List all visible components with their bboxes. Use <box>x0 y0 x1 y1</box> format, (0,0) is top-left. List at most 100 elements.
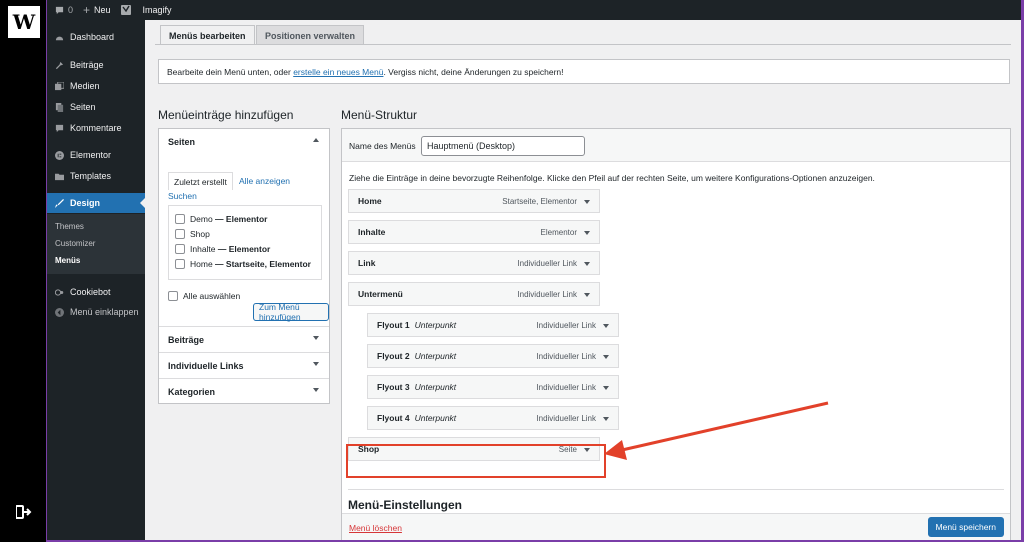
sidebar-item-label: Dashboard <box>70 32 115 42</box>
tab-search[interactable]: Suchen <box>168 191 197 201</box>
add-to-menu-button[interactable]: Zum Menü hinzufügen <box>253 302 329 322</box>
sidebar-item-templates[interactable]: Templates <box>47 166 145 186</box>
accordion-pages[interactable]: Seiten <box>159 129 329 155</box>
submenu-themes[interactable]: Themes <box>55 222 84 231</box>
accordion-custom-links[interactable]: Individuelle Links <box>159 352 329 378</box>
tab-recently-created[interactable]: Zuletzt erstellt <box>168 172 233 190</box>
menu-item[interactable]: Home Startseite, Elementor <box>348 189 600 213</box>
page-suffix: — Startseite, Elementor <box>212 259 311 269</box>
comments-count: 0 <box>68 5 74 15</box>
brush-icon <box>55 198 64 208</box>
imagify-label: Imagify <box>142 5 172 15</box>
tab-manage-locations[interactable]: Positionen verwalten <box>256 25 365 45</box>
menu-name-bar: Name des Menüs Hauptmenü (Desktop) <box>342 129 1010 162</box>
comment-bubble-icon <box>55 6 64 14</box>
yoast-link[interactable] <box>120 5 131 15</box>
menu-subitem[interactable]: Flyout 3 Unterpunkt Individueller Link <box>367 375 619 399</box>
accordion-categories[interactable]: Kategorien <box>159 378 329 404</box>
page-option[interactable]: Home — Startseite, Elementor <box>175 259 311 269</box>
menu-footer-bar: Menü löschen Menü speichern <box>342 513 1010 540</box>
accordion-posts[interactable]: Beiträge <box>159 326 329 352</box>
menu-item[interactable]: Link Individueller Link <box>348 251 600 275</box>
sidebar-item-label: Elementor <box>70 150 112 160</box>
tab-divider <box>155 44 1011 45</box>
expand-arrow-icon[interactable] <box>603 386 609 390</box>
page-checklist: Demo — Elementor Shop Inhalte — Elemento… <box>168 205 322 280</box>
checkbox[interactable] <box>175 214 185 224</box>
delete-menu-link[interactable]: Menü löschen <box>349 523 402 533</box>
menu-item-type: Individueller Link <box>517 289 577 299</box>
pages-icon <box>55 102 64 112</box>
collapse-menu-button[interactable]: Menü einklappen <box>47 302 145 322</box>
dashboard-icon <box>55 33 64 42</box>
sidebar-item-media[interactable]: Medien <box>47 76 145 96</box>
select-all-checkbox[interactable] <box>168 291 178 301</box>
menu-item-title: Flyout 2 <box>377 351 410 361</box>
admin-bar: 0 + Neu Imagify <box>47 0 1021 20</box>
checkbox[interactable] <box>175 244 185 254</box>
sidebar-item-elementor[interactable]: Elementor <box>47 145 145 165</box>
menu-item[interactable]: Inhalte Elementor <box>348 220 600 244</box>
menu-name-input[interactable]: Hauptmenü (Desktop) <box>421 136 585 156</box>
sidebar-item-design[interactable]: Design <box>47 193 145 213</box>
comments-link[interactable]: 0 <box>55 5 73 15</box>
sidebar-item-posts[interactable]: Beiträge <box>47 55 145 75</box>
menu-item-type: Individueller Link <box>517 258 577 268</box>
menu-subitem[interactable]: Flyout 4 Unterpunkt Individueller Link <box>367 406 619 430</box>
menu-subitem[interactable]: Flyout 2 Unterpunkt Individueller Link <box>367 344 619 368</box>
add-menu-items-panel: Seiten Zuletzt erstellt Alle anzeigen Su… <box>158 128 330 404</box>
page-name: Demo <box>190 214 213 224</box>
create-new-menu-link[interactable]: erstelle ein neues Menü <box>293 67 383 77</box>
menu-item-title: Flyout 3 <box>377 382 410 392</box>
save-menu-button[interactable]: Menü speichern <box>927 517 1004 537</box>
new-content-link[interactable]: + Neu <box>83 4 111 16</box>
expand-arrow-icon[interactable] <box>603 355 609 359</box>
select-all-option[interactable]: Alle auswählen <box>168 291 240 301</box>
submenu-customizer[interactable]: Customizer <box>55 239 95 248</box>
menu-settings-heading: Menü-Einstellungen <box>348 498 462 512</box>
submenu-menus[interactable]: Menüs <box>55 256 80 265</box>
page-name: Inhalte <box>190 244 216 254</box>
menu-subitem[interactable]: Flyout 1 Unterpunkt Individueller Link <box>367 313 619 337</box>
accordion-categories-label: Kategorien <box>168 386 216 397</box>
menu-item-subtitle: Unterpunkt <box>414 382 457 392</box>
menu-item-title: Flyout 1 <box>377 320 410 330</box>
sidebar-item-dashboard[interactable]: Dashboard <box>47 27 145 47</box>
menu-item-type: Startseite, Elementor <box>502 196 577 206</box>
sidebar-item-comments[interactable]: Kommentare <box>47 118 145 138</box>
page-option[interactable]: Inhalte — Elementor <box>175 244 270 254</box>
checkbox[interactable] <box>175 229 185 239</box>
expand-arrow-icon[interactable] <box>603 417 609 421</box>
expand-arrow-icon[interactable] <box>584 231 590 235</box>
sidebar-item-label: Design <box>70 198 101 208</box>
expand-arrow-icon[interactable] <box>584 293 590 297</box>
select-all-label: Alle auswählen <box>183 291 241 301</box>
sidebar-item-cookiebot[interactable]: Cookiebot <box>47 282 145 302</box>
sidebar-item-pages[interactable]: Seiten <box>47 97 145 117</box>
menu-item-type: Individueller Link <box>536 320 596 330</box>
logout-icon[interactable] <box>16 505 32 519</box>
expand-arrow-icon[interactable] <box>603 324 609 328</box>
expand-arrow-icon[interactable] <box>584 200 590 204</box>
checkbox[interactable] <box>175 259 185 269</box>
menu-item[interactable]: Untermenü Individueller Link <box>348 282 600 306</box>
brand-logo: W <box>8 6 40 38</box>
page-option[interactable]: Demo — Elementor <box>175 214 267 224</box>
accordion-pages-label: Seiten <box>168 137 196 147</box>
page-name: Shop <box>190 229 210 239</box>
menu-item-type: Individueller Link <box>536 351 596 361</box>
tab-show-all[interactable]: Alle anzeigen <box>239 176 290 186</box>
pin-icon <box>55 60 64 70</box>
expand-arrow-icon <box>313 336 319 340</box>
sidebar-item-label: Templates <box>70 171 112 181</box>
design-submenu: Themes Customizer Menüs <box>47 214 145 274</box>
menu-item-title: Home <box>358 196 382 206</box>
imagify-link[interactable]: Imagify <box>143 5 172 15</box>
sidebar-item-label: Seiten <box>70 102 96 112</box>
page-option[interactable]: Shop <box>175 229 210 239</box>
sidebar-item-label: Menü einklappen <box>70 307 139 317</box>
add-items-heading: Menüeinträge hinzufügen <box>158 108 294 122</box>
tab-edit-menus[interactable]: Menüs bearbeiten <box>160 25 255 45</box>
expand-arrow-icon[interactable] <box>584 262 590 266</box>
menu-name-label: Name des Menüs <box>349 141 416 151</box>
